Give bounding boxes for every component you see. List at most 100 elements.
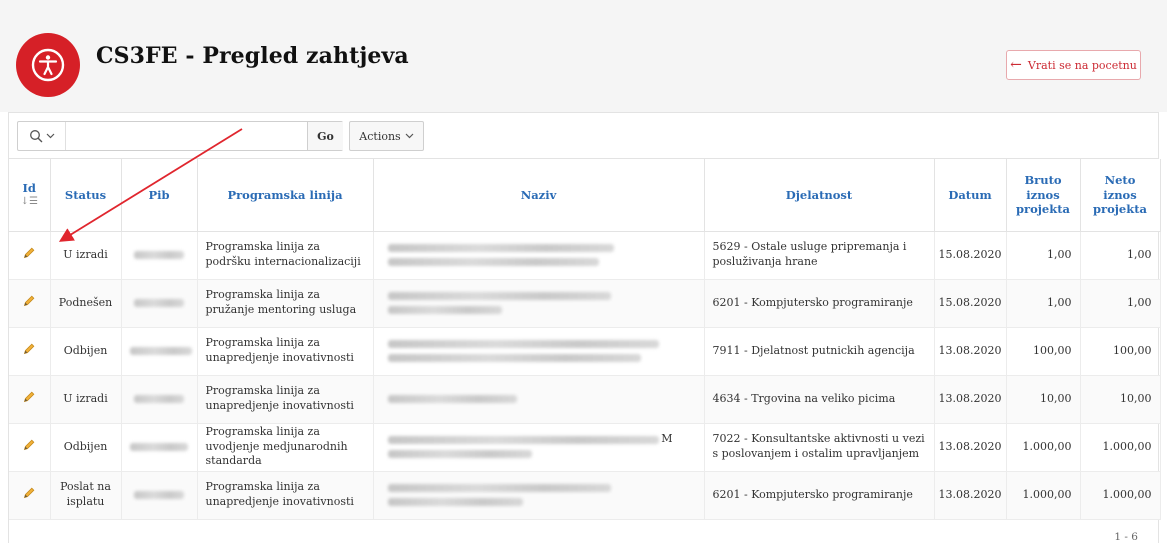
table-row: U izradi Programska linija za unapredjenj… (9, 375, 1161, 424)
search-bar: Go (17, 121, 343, 151)
edit-pencil-icon (24, 487, 35, 498)
neto-cell: 1,00 (1080, 279, 1161, 328)
neto-cell: 100,00 (1080, 327, 1161, 376)
column-header-status[interactable]: Status (50, 159, 122, 232)
redacted-text (129, 347, 192, 355)
redacted-text (130, 443, 188, 451)
redacted-text (387, 395, 518, 403)
edit-pencil-icon (24, 247, 35, 258)
redacted-text (387, 450, 533, 458)
djelatnost-cell: 7911 - Djelatnost putnickih agencija (704, 327, 935, 376)
edit-link[interactable] (9, 471, 51, 520)
edit-link[interactable] (9, 231, 51, 280)
djelatnost-cell: 4634 - Trgovina na veliko picima (704, 375, 935, 424)
table-header-row: Id ↓☰ Status Pib Programska linija Naziv … (9, 159, 1161, 232)
table-row: Podnešen Programska linija za pružanje me… (9, 279, 1161, 328)
edit-link[interactable] (9, 375, 51, 424)
column-header-naziv[interactable]: Naziv (373, 159, 705, 232)
pib-cell (121, 231, 198, 280)
programska-linija-cell: Programska linija za uvodjenje medjunaro… (197, 423, 374, 472)
column-header-bruto-iznos[interactable]: Bruto iznos projekta (1006, 159, 1081, 232)
edit-pencil-icon (24, 391, 35, 402)
djelatnost-cell: 5629 - Ostale usluge pripremanja i poslu… (704, 231, 935, 280)
search-input[interactable] (67, 122, 307, 150)
column-header-pib[interactable]: Pib (121, 159, 198, 232)
redacted-text (134, 395, 184, 403)
report-region: Go Actions Id ↓☰ Status Pib Programska li… (8, 112, 1161, 543)
datum-cell: 13.08.2020 (934, 423, 1007, 472)
pib-cell (121, 375, 198, 424)
chevron-down-icon (405, 133, 414, 139)
redacted-text (387, 484, 611, 492)
djelatnost-cell: 6201 - Kompjutersko programiranje (704, 471, 935, 520)
back-to-home-button[interactable]: ← Vrati se na pocetnu (1006, 50, 1141, 80)
status-cell: U izradi (50, 231, 122, 280)
status-cell: Odbijen (50, 423, 122, 472)
neto-cell: 1.000,00 (1080, 471, 1161, 520)
status-cell: Poslat na isplatu (50, 471, 122, 520)
redacted-text (387, 258, 599, 266)
edit-link[interactable] (9, 279, 51, 328)
app-logo (16, 33, 80, 97)
naziv-cell (373, 327, 705, 376)
bruto-cell: 1,00 (1006, 231, 1081, 280)
redacted-text (387, 354, 642, 362)
bruto-cell: 10,00 (1006, 375, 1081, 424)
status-cell: Odbijen (50, 327, 122, 376)
redacted-text (134, 251, 184, 259)
bruto-cell: 1.000,00 (1006, 423, 1081, 472)
djelatnost-cell: 6201 - Kompjutersko programiranje (704, 279, 935, 328)
naziv-suffix: M (661, 432, 673, 445)
redacted-text (134, 491, 184, 499)
redacted-text (387, 498, 524, 506)
datum-cell: 15.08.2020 (934, 231, 1007, 280)
chevron-down-icon (46, 133, 54, 139)
search-icon (29, 130, 42, 143)
programska-linija-cell: Programska linija za unapredjenje inovat… (197, 327, 374, 376)
edit-pencil-icon (24, 439, 35, 450)
redacted-text (387, 306, 503, 314)
go-button[interactable]: Go (307, 122, 343, 150)
edit-pencil-icon (24, 295, 35, 306)
edit-link[interactable] (9, 327, 51, 376)
redacted-text (387, 244, 614, 252)
datum-cell: 15.08.2020 (934, 279, 1007, 328)
page-title: CS3FE - Pregled zahtjeva (96, 43, 409, 69)
neto-cell: 10,00 (1080, 375, 1161, 424)
bruto-cell: 1,00 (1006, 279, 1081, 328)
table-row: Odbijen Programska linija za uvodjenje me… (9, 423, 1161, 472)
page-header: CS3FE - Pregled zahtjeva ← Vrati se na p… (0, 0, 1167, 112)
sort-descending-icon: ↓☰ (20, 196, 38, 208)
bruto-cell: 100,00 (1006, 327, 1081, 376)
column-header-programska-linija[interactable]: Programska linija (197, 159, 374, 232)
datum-cell: 13.08.2020 (934, 327, 1007, 376)
edit-link[interactable] (9, 423, 51, 472)
redacted-text (387, 292, 611, 300)
naziv-cell (373, 279, 705, 328)
pib-cell (121, 471, 198, 520)
table-row: U izradi Programska linija za podršku int… (9, 231, 1161, 280)
neto-cell: 1.000,00 (1080, 423, 1161, 472)
programska-linija-cell: Programska linija za unapredjenje inovat… (197, 375, 374, 424)
programska-linija-cell: Programska linija za pružanje mentoring … (197, 279, 374, 328)
report-toolbar: Go Actions (9, 113, 1158, 159)
datum-cell: 13.08.2020 (934, 471, 1007, 520)
pib-cell (121, 279, 198, 328)
column-header-djelatnost[interactable]: Djelatnost (704, 159, 935, 232)
column-header-datum[interactable]: Datum (934, 159, 1007, 232)
requests-table: Id ↓☰ Status Pib Programska linija Naziv … (9, 159, 1161, 520)
pib-cell (121, 423, 198, 472)
redacted-text (387, 436, 660, 444)
naziv-cell (373, 471, 705, 520)
naziv-cell (373, 231, 705, 280)
column-header-neto-iznos[interactable]: Neto iznos projekta (1080, 159, 1161, 232)
accessibility-icon (31, 48, 65, 82)
status-cell: U izradi (50, 375, 122, 424)
programska-linija-cell: Programska linija za podršku internacion… (197, 231, 374, 280)
back-button-label: Vrati se na pocetnu (1027, 58, 1137, 72)
neto-cell: 1,00 (1080, 231, 1161, 280)
table-row: Odbijen Programska linija za unapredjenje… (9, 327, 1161, 376)
search-column-selector[interactable] (18, 122, 66, 150)
actions-menu-button[interactable]: Actions (349, 121, 424, 151)
column-header-id[interactable]: Id ↓☰ (9, 159, 51, 232)
